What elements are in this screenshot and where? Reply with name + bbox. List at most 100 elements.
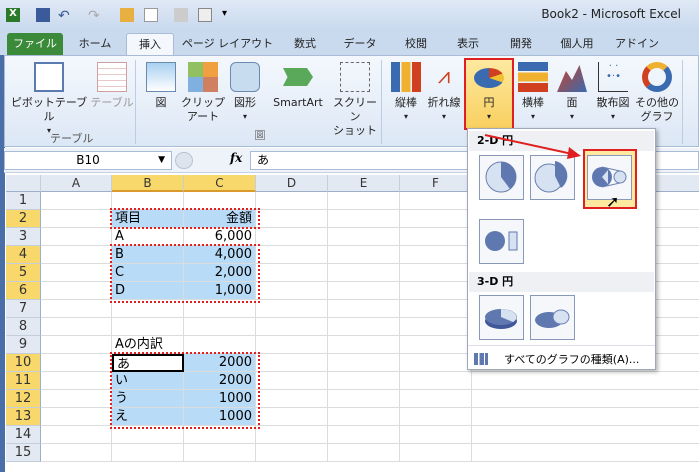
cell-e9[interactable]: [328, 336, 400, 354]
cell-f1[interactable]: [400, 192, 472, 210]
cell-a13[interactable]: [41, 408, 112, 426]
cell-f2[interactable]: [400, 210, 472, 228]
screenshot-button[interactable]: スクリーン ショット: [331, 56, 379, 138]
column-header-d[interactable]: D: [256, 175, 328, 192]
cell-g15[interactable]: [472, 444, 699, 462]
cell-a14[interactable]: [41, 426, 112, 444]
column-header-c[interactable]: C: [184, 175, 256, 192]
pivot-table-button[interactable]: ピボットテーブル ▾: [9, 56, 89, 138]
cell-d1[interactable]: [256, 192, 328, 210]
cell-f15[interactable]: [400, 444, 472, 462]
chevron-down-icon[interactable]: ▼: [158, 152, 165, 169]
row-header-10[interactable]: 10: [6, 354, 41, 372]
cell-a1[interactable]: [41, 192, 112, 210]
column-chart-button[interactable]: 縦棒 ▾: [387, 56, 425, 124]
row-header-14[interactable]: 14: [6, 426, 41, 444]
select-all-corner[interactable]: [6, 175, 41, 192]
customize-qat-icon[interactable]: ▾: [222, 8, 227, 19]
cell-f14[interactable]: [400, 426, 472, 444]
cell-f13[interactable]: [400, 408, 472, 426]
cell-d12[interactable]: [256, 390, 328, 408]
cell-a2[interactable]: [41, 210, 112, 228]
cell-e11[interactable]: [328, 372, 400, 390]
picture-button[interactable]: 図: [143, 56, 179, 110]
cell-d9[interactable]: [256, 336, 328, 354]
cell-a5[interactable]: [41, 264, 112, 282]
cell-a3[interactable]: [41, 228, 112, 246]
row-header-3[interactable]: 3: [6, 228, 41, 246]
smartart-button[interactable]: SmartArt: [267, 56, 329, 110]
calendar-icon[interactable]: [174, 8, 188, 22]
cell-d13[interactable]: [256, 408, 328, 426]
cell-d6[interactable]: [256, 282, 328, 300]
column-header-e[interactable]: E: [328, 175, 400, 192]
cell-b15[interactable]: [112, 444, 184, 462]
column-header-b[interactable]: B: [112, 175, 184, 192]
cell-f11[interactable]: [400, 372, 472, 390]
clipart-button[interactable]: クリップ アート: [181, 56, 225, 124]
other-charts-button[interactable]: その他の グラフ: [635, 56, 679, 124]
cell-f9[interactable]: [400, 336, 472, 354]
cell-e13[interactable]: [328, 408, 400, 426]
cell-g12[interactable]: [472, 390, 699, 408]
open-icon[interactable]: [120, 8, 134, 22]
cell-g14[interactable]: [472, 426, 699, 444]
cell-d8[interactable]: [256, 318, 328, 336]
row-header-13[interactable]: 13: [6, 408, 41, 426]
row-header-11[interactable]: 11: [6, 372, 41, 390]
row-header-9[interactable]: 9: [6, 336, 41, 354]
cell-f4[interactable]: [400, 246, 472, 264]
3d-pie-option[interactable]: [479, 295, 524, 340]
row-header-15[interactable]: 15: [6, 444, 41, 462]
row-header-8[interactable]: 8: [6, 318, 41, 336]
tab-personal[interactable]: 個人用: [555, 33, 599, 55]
column-header-f[interactable]: F: [400, 175, 472, 192]
cell-a10[interactable]: [41, 354, 112, 372]
undo-icon[interactable]: ↶: [58, 8, 72, 24]
cell-e3[interactable]: [328, 228, 400, 246]
cell-e2[interactable]: [328, 210, 400, 228]
table-button[interactable]: テーブル: [87, 56, 137, 110]
cell-d14[interactable]: [256, 426, 328, 444]
cell-d15[interactable]: [256, 444, 328, 462]
cell-e10[interactable]: [328, 354, 400, 372]
tab-insert[interactable]: 挿入: [126, 33, 174, 55]
cell-a7[interactable]: [41, 300, 112, 318]
row-header-12[interactable]: 12: [6, 390, 41, 408]
cell-f3[interactable]: [400, 228, 472, 246]
cell-c15[interactable]: [184, 444, 256, 462]
cell-d2[interactable]: [256, 210, 328, 228]
cell-d4[interactable]: [256, 246, 328, 264]
tab-data[interactable]: データ: [338, 33, 382, 55]
scatter-chart-button[interactable]: · · •·• 散布図 ▾: [593, 56, 633, 124]
cell-a11[interactable]: [41, 372, 112, 390]
cell-d5[interactable]: [256, 264, 328, 282]
cell-f8[interactable]: [400, 318, 472, 336]
cell-e6[interactable]: [328, 282, 400, 300]
shapes-button[interactable]: 図形 ▾: [227, 56, 263, 124]
exploded-3d-pie-option[interactable]: [530, 295, 575, 340]
pie-chart-button[interactable]: 円 ▾: [464, 58, 514, 130]
tab-addins[interactable]: アドイン: [615, 33, 659, 55]
cell-a9[interactable]: [41, 336, 112, 354]
tab-developer[interactable]: 開発: [503, 33, 539, 55]
cell-c8[interactable]: [184, 318, 256, 336]
cell-f5[interactable]: [400, 264, 472, 282]
row-header-5[interactable]: 5: [6, 264, 41, 282]
cell-e4[interactable]: [328, 246, 400, 264]
cell-e1[interactable]: [328, 192, 400, 210]
cell-d10[interactable]: [256, 354, 328, 372]
cell-a4[interactable]: [41, 246, 112, 264]
row-header-4[interactable]: 4: [6, 246, 41, 264]
formula-bar-resize-handle[interactable]: [175, 152, 193, 169]
tab-file[interactable]: ファイル: [7, 33, 63, 55]
cell-d3[interactable]: [256, 228, 328, 246]
tab-review[interactable]: 校閲: [398, 33, 434, 55]
row-header-1[interactable]: 1: [6, 192, 41, 210]
tab-page-layout[interactable]: ページ レイアウト: [180, 33, 275, 55]
cell-g13[interactable]: [472, 408, 699, 426]
print-preview-icon[interactable]: [198, 8, 212, 22]
row-header-7[interactable]: 7: [6, 300, 41, 318]
bar-of-pie-option[interactable]: [479, 219, 524, 264]
row-header-6[interactable]: 6: [6, 282, 41, 300]
